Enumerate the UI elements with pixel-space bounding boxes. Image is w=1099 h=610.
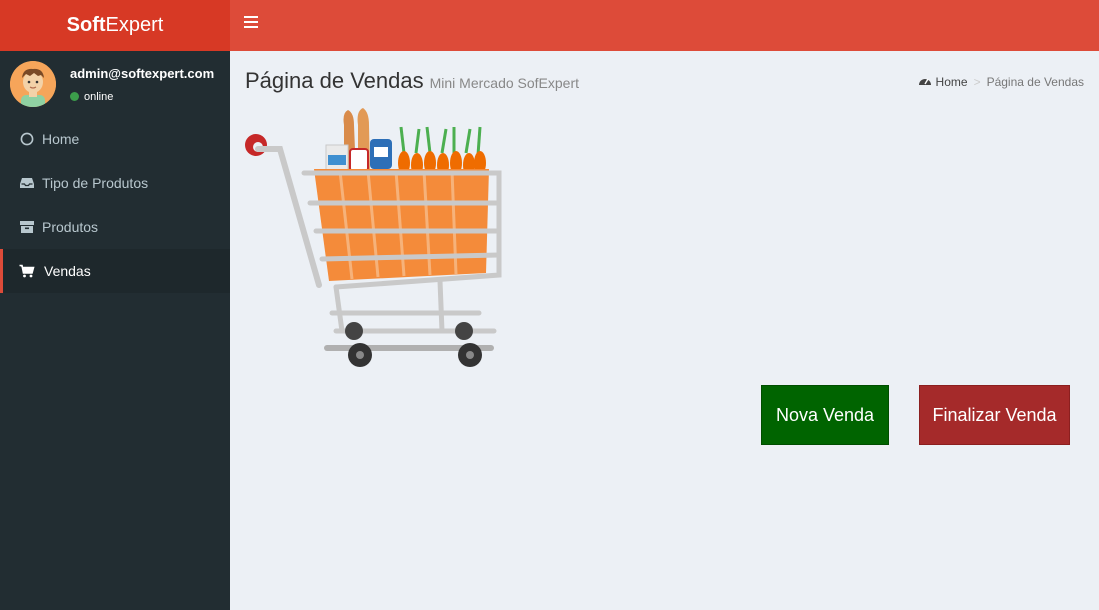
breadcrumb-separator: > — [973, 75, 981, 89]
sidebar-item-home[interactable]: Home — [0, 117, 230, 161]
user-email: admin@softexpert.com — [70, 66, 215, 81]
shopping-cart-illustration — [244, 105, 509, 380]
sidebar-item-produtos[interactable]: Produtos — [0, 205, 230, 249]
page-subtitle: Mini Mercado SofExpert — [429, 75, 580, 91]
brand-logo-bold: Soft — [66, 14, 106, 36]
page-title-text: Página de Vendas — [245, 68, 424, 93]
main-content: Página de Vendas Mini Mercado SofExpert H… — [230, 51, 1099, 610]
avatar — [10, 61, 56, 107]
page-title: Página de Vendas Mini Mercado SofExpert — [245, 68, 579, 94]
sidebar-item-label: Vendas — [44, 263, 91, 279]
breadcrumb-home-link[interactable]: Home — [936, 75, 968, 89]
sidebar-toggle-icon[interactable] — [244, 16, 258, 30]
brand-logo[interactable]: SoftExpert — [0, 0, 230, 51]
finalizar-venda-button[interactable]: Finalizar Venda — [919, 385, 1070, 445]
breadcrumb-current: Página de Vendas — [986, 75, 1084, 89]
nova-venda-button[interactable]: Nova Venda — [761, 385, 889, 445]
package-icon — [18, 205, 36, 249]
user-status: online — [70, 91, 113, 103]
brand-logo-text: Expert — [105, 14, 164, 36]
sidebar-item-label: Tipo de Produtos — [42, 175, 149, 191]
user-panel: admin@softexpert.com online — [0, 51, 230, 117]
shopping-cart-icon — [18, 249, 36, 293]
inbox-icon — [18, 161, 36, 205]
sidebar-item-label: Home — [42, 131, 80, 147]
online-status-dot — [70, 92, 79, 101]
breadcrumb: Home > Página de Vendas — [918, 75, 1084, 89]
sidebar-item-vendas[interactable]: Vendas — [0, 249, 230, 293]
sidebar: admin@softexpert.com online Home Tipo de… — [0, 51, 230, 610]
circle-icon — [18, 117, 36, 161]
user-status-label: online — [84, 91, 114, 103]
sidebar-item-tipo-de-produtos[interactable]: Tipo de Produtos — [0, 161, 230, 205]
sidebar-item-label: Produtos — [42, 219, 99, 235]
dashboard-icon — [918, 75, 936, 89]
top-navbar: SoftExpert — [0, 0, 1099, 51]
